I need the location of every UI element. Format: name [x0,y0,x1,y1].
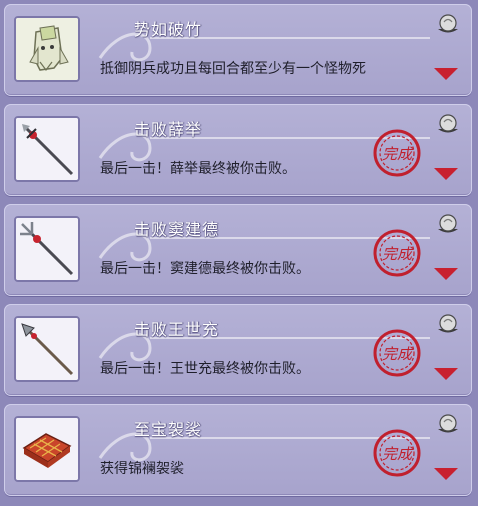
svg-text:完成: 完成 [382,145,414,163]
achievement-list: 势如破竹 抵御阴兵成功且每回合都至少有一个怪物死 击败薛举 最后一击！薛举最终被… [0,0,478,506]
token-icon [438,214,458,233]
achievement-card[interactable]: 击败薛举 最后一击！薛举最终被你击败。 完成 [4,104,472,196]
token-icon [438,414,458,433]
token-icon [438,314,458,333]
achievement-title: 至宝袈裟 [134,420,203,439]
achievement-description: 抵御阴兵成功且每回合都至少有一个怪物死 [100,61,366,77]
token-icon [438,114,458,133]
achievement-card[interactable]: 势如破竹 抵御阴兵成功且每回合都至少有一个怪物死 [4,4,472,96]
kasaya-icon [14,416,80,482]
achievement-card[interactable]: 击败窦建德 最后一击！窦建德最终被你击败。 完成 [4,204,472,296]
achievement-title: 击败王世充 [134,320,220,339]
ghost-robe-icon [14,16,80,82]
achievement-description: 最后一击！窦建德最终被你击败。 [100,261,310,277]
completed-stamp: 完成 [373,429,421,477]
lance-icon [14,316,80,382]
spear-icon [14,116,80,182]
svg-text:完成: 完成 [382,245,414,263]
achievement-title: 势如破竹 [134,20,203,39]
achievement-card[interactable]: 击败王世充 最后一击！王世充最终被你击败。 完成 [4,304,472,396]
achievement-description: 最后一击！王世充最终被你击败。 [100,361,310,377]
token-icon [438,14,458,33]
completed-stamp: 完成 [373,329,421,377]
expand-arrow-icon[interactable] [434,68,458,80]
svg-text:完成: 完成 [382,345,414,363]
achievement-card[interactable]: 至宝袈裟 获得锦襕袈裟 完成 [4,404,472,496]
completed-stamp: 完成 [373,229,421,277]
achievement-description: 获得锦襕袈裟 [100,461,184,477]
expand-arrow-icon[interactable] [434,268,458,280]
expand-arrow-icon[interactable] [434,368,458,380]
expand-arrow-icon[interactable] [434,168,458,180]
completed-stamp: 完成 [373,129,421,177]
achievement-title: 击败薛举 [134,120,203,139]
svg-text:完成: 完成 [382,445,414,463]
achievement-title: 击败窦建德 [134,220,220,239]
achievement-description: 最后一击！薛举最终被你击败。 [100,161,296,177]
trident-icon [14,216,80,282]
expand-arrow-icon[interactable] [434,468,458,480]
